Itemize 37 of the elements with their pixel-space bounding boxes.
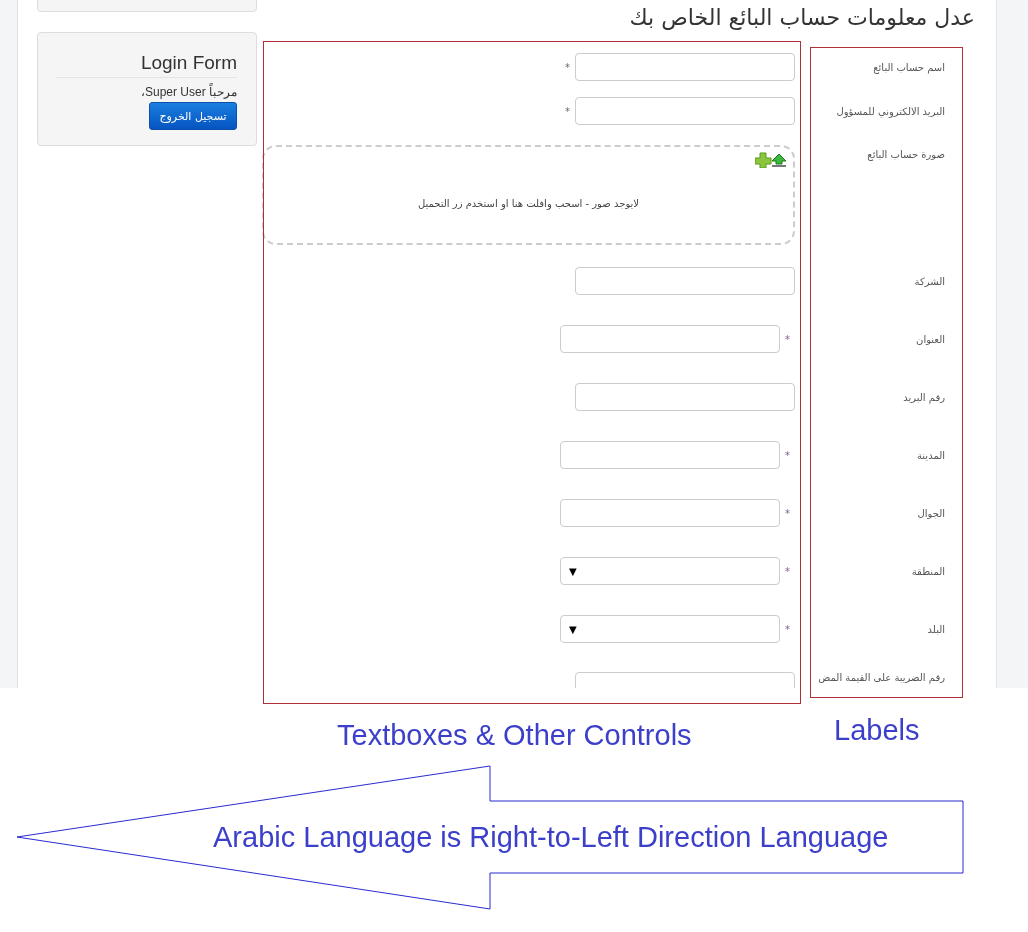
text-input-field[interactable] xyxy=(575,267,795,295)
field-label: صورة حساب البائع xyxy=(867,149,945,160)
field-label: البلد xyxy=(927,623,945,635)
required-asterisk: * xyxy=(784,333,791,345)
required-asterisk: * xyxy=(784,507,791,519)
field-label: رقم الضريبة على القيمة المض xyxy=(818,672,945,683)
required-asterisk: * xyxy=(784,565,791,577)
dropdown-field[interactable]: ▼ xyxy=(560,557,780,585)
field-label: الجوال xyxy=(917,507,945,519)
text-input-field[interactable] xyxy=(575,53,795,81)
text-input-field[interactable] xyxy=(560,499,780,527)
field-label: العنوان xyxy=(916,333,945,345)
field-label: رقم البريد xyxy=(903,391,945,403)
text-input-field[interactable] xyxy=(575,97,795,125)
annotation-caption: Textboxes & Other Controls xyxy=(337,718,692,752)
field-label: البريد الالكتروني للمسؤول xyxy=(836,105,945,117)
required-asterisk: * xyxy=(784,623,791,635)
add-upload-icon[interactable] xyxy=(755,152,787,168)
dropzone-message: لايوجد صور - اسحب وافلت هنا او استخدم زر التحميل xyxy=(417,197,640,209)
text-input-field[interactable] xyxy=(560,441,780,469)
field-label: المنطقة xyxy=(911,565,945,577)
field-label: الشركة xyxy=(914,275,945,287)
annotation-caption: Labels xyxy=(834,713,920,747)
text-input-field[interactable] xyxy=(560,325,780,353)
logout-button[interactable]: تسجيل الخروج xyxy=(149,102,237,130)
login-form-title: Login Form xyxy=(139,51,237,75)
dropdown-field[interactable]: ▼ xyxy=(560,615,780,643)
image-dropzone[interactable]: لايوجد صور - اسحب وافلت هنا او استخدم زر التحميل xyxy=(262,145,795,245)
field-label: المدينة xyxy=(916,449,945,461)
page-title: عدل معلومات حساب البائع الخاص بك xyxy=(628,4,975,32)
greeting-text: مرحباً Super User، xyxy=(139,84,237,100)
required-asterisk: * xyxy=(564,105,571,117)
text-input-field[interactable] xyxy=(575,383,795,411)
required-asterisk: * xyxy=(784,449,791,461)
field-label: اسم حساب البائع xyxy=(873,61,945,73)
annotation-caption: Arabic Language is Right-to-Left Direction Language xyxy=(213,820,889,854)
required-asterisk: * xyxy=(564,61,571,73)
